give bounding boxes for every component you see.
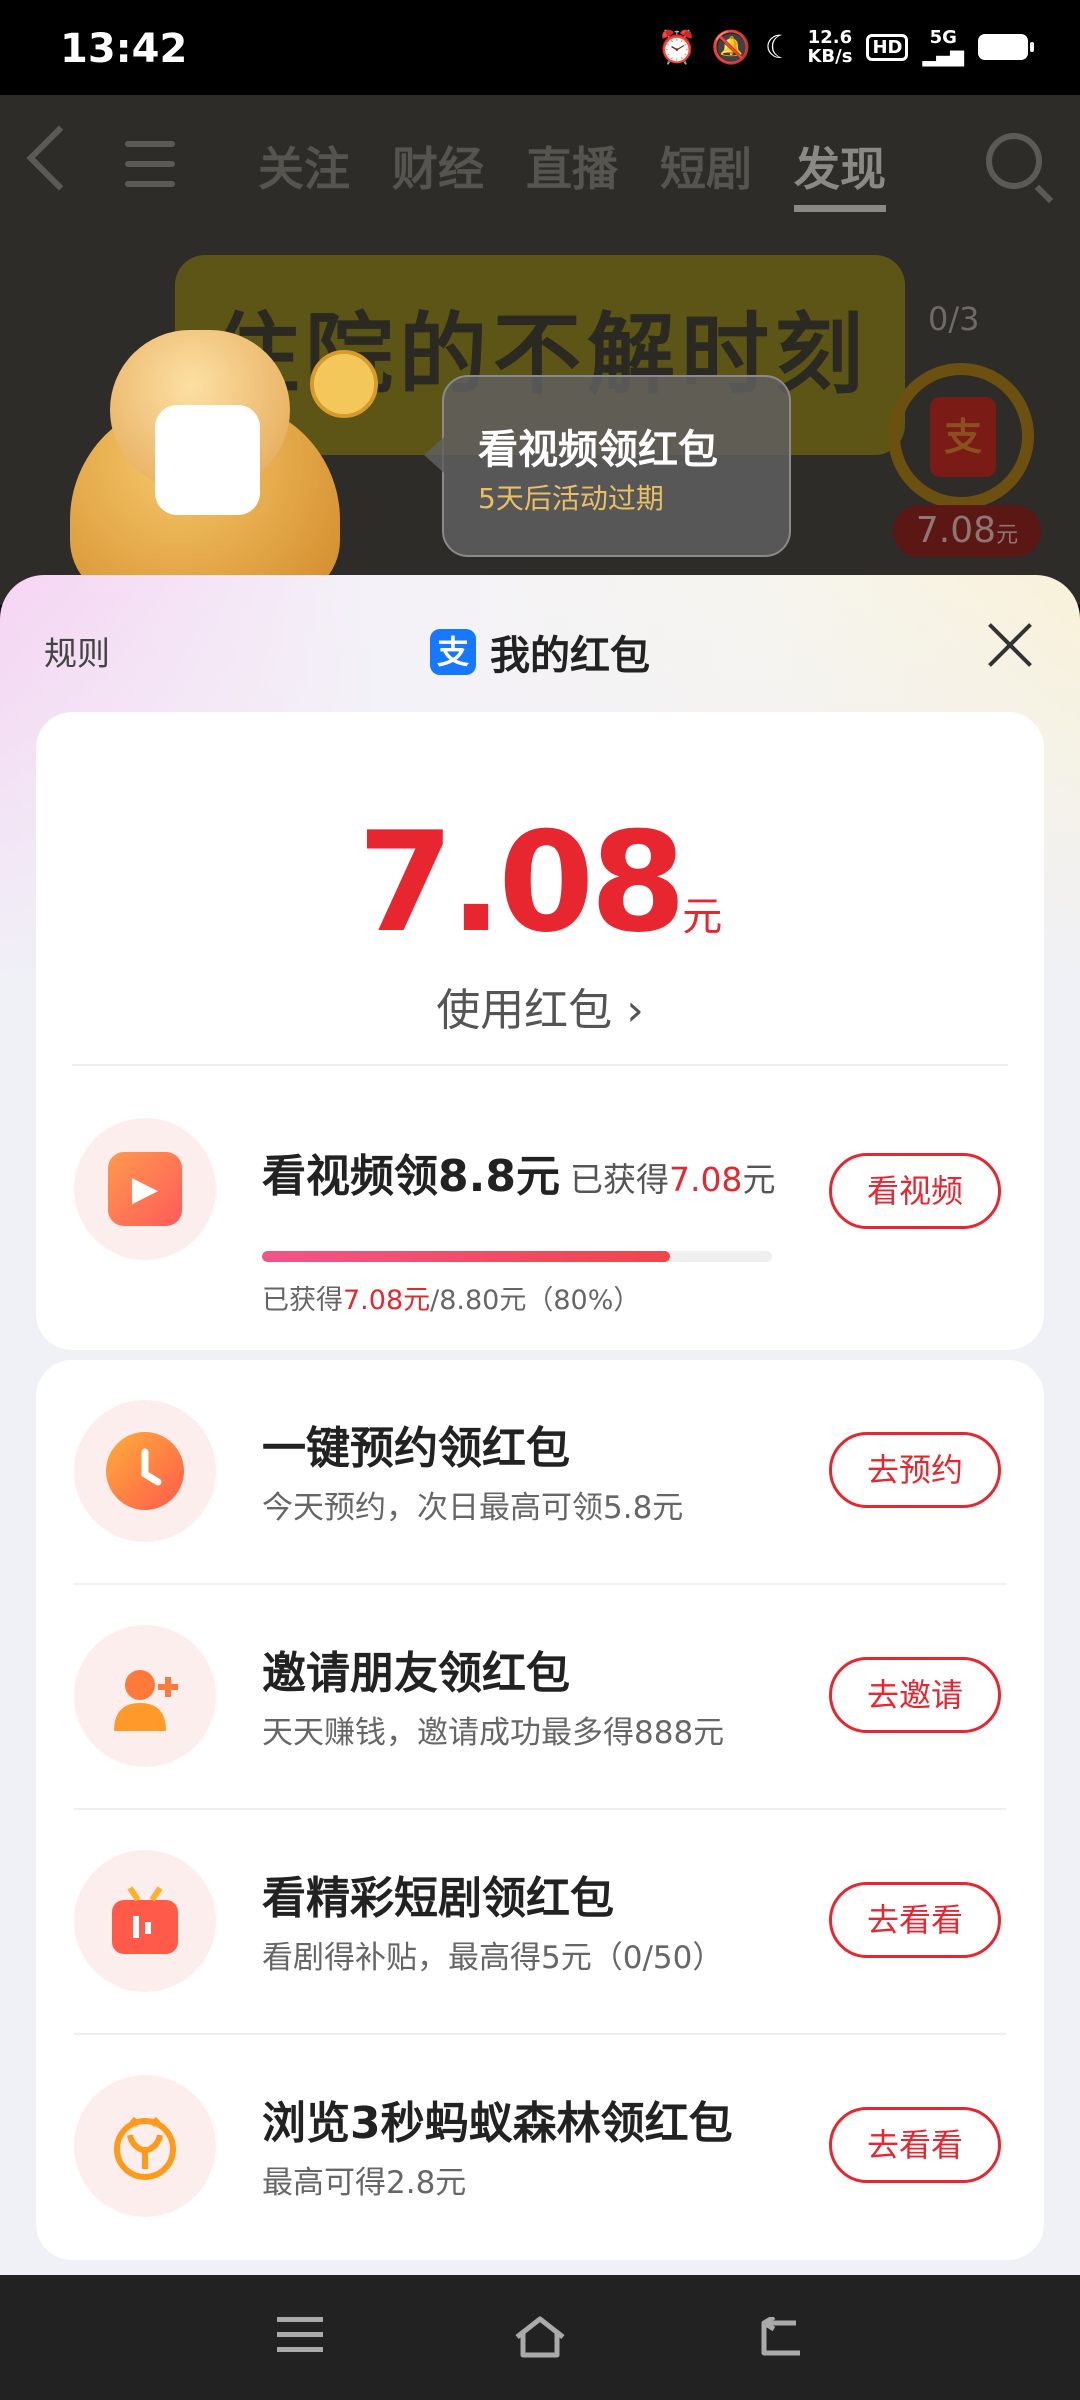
- rules-link[interactable]: 规则: [44, 627, 110, 675]
- task-subtitle: 最高可得2.8元: [262, 2165, 467, 2201]
- close-icon[interactable]: [985, 620, 1035, 670]
- alarm-icon: ⏰: [657, 28, 697, 66]
- top-nav: 关注 财经 直播 短剧 发现: [0, 95, 1080, 235]
- got-label: 已获得: [569, 1160, 669, 1199]
- sprout-icon: [106, 2107, 184, 2185]
- tab-follow: 关注: [258, 142, 350, 196]
- speed-value: 12.6: [807, 27, 853, 48]
- reward-amount: 7.08: [915, 510, 997, 551]
- add-person-icon: [106, 1657, 184, 1735]
- video-task-icon-wrap: ▶: [74, 1118, 216, 1260]
- moon-icon: ☾: [764, 28, 794, 66]
- watch-video-button[interactable]: 看视频: [829, 1153, 1001, 1229]
- system-nav-bar: [0, 2275, 1080, 2400]
- video-task-progress: [262, 1251, 772, 1262]
- alipay-icon: 支: [430, 629, 476, 675]
- bubble-subtitle: 5天后活动过期: [478, 482, 664, 515]
- sub-prefix: 已获得: [262, 1285, 343, 1316]
- play-icon: ▶: [108, 1152, 182, 1226]
- sub-suffix: /8.80元（80%）: [430, 1285, 641, 1316]
- chevron-right-icon: ›: [626, 985, 644, 1036]
- task-title: 邀请朋友领红包: [262, 1648, 570, 1699]
- got-unit: 元: [742, 1160, 776, 1199]
- task-row: 浏览3秒蚂蚁森林领红包 最高可得2.8元 去看看: [36, 2035, 1044, 2260]
- battery-icon: [978, 34, 1034, 60]
- tab-short-drama: 短剧: [660, 142, 752, 196]
- task-icon-wrap: [74, 1625, 216, 1767]
- use-red-packet-link[interactable]: 使用红包 ›: [36, 974, 1044, 1038]
- hd-badge: HD: [866, 33, 909, 61]
- mascot-image: [50, 310, 380, 605]
- reward-unit: 元: [996, 523, 1019, 548]
- sub-amount: 7.08元: [343, 1285, 431, 1316]
- status-time: 13:42: [60, 26, 188, 72]
- menu-icon: [125, 141, 175, 201]
- task-title: 看精彩短剧领红包: [262, 1873, 614, 1924]
- signal-icon: 5G ▂▄▆: [922, 27, 964, 67]
- divider: [72, 1064, 1008, 1066]
- got-amount: 7.08: [668, 1160, 743, 1199]
- sheet-title-text: 我的红包: [490, 633, 650, 679]
- tab-live: 直播: [526, 142, 618, 196]
- task-icon-wrap: [74, 1850, 216, 1992]
- video-task-title: 看视频领8.8元 已获得7.08元: [262, 1140, 775, 1204]
- promo-bubble: 看视频领红包 5天后活动过期: [424, 375, 791, 557]
- task-subtitle: 天天赚钱，邀请成功最多得888元: [262, 1715, 725, 1751]
- sheet-header: 规则 支 我的红包: [0, 575, 1080, 715]
- back-icon: [26, 125, 92, 191]
- nav-tabs: 关注 财经 直播 短剧 发现: [258, 133, 886, 212]
- invite-button[interactable]: 去邀请: [829, 1657, 1001, 1733]
- background-video-page: 关注 财经 直播 短剧 发现 住院的不解时刻 0/3 支 7.08元 看视频领红…: [0, 95, 1080, 605]
- progress-fill: [262, 1251, 670, 1262]
- tab-finance: 财经: [392, 142, 484, 196]
- network-type: 5G: [929, 27, 957, 48]
- reward-amount-badge: 7.08元: [893, 505, 1041, 557]
- video-task-sub: 已获得7.08元/8.80元（80%）: [262, 1278, 640, 1317]
- back-nav-icon[interactable]: [756, 2314, 804, 2357]
- recent-apps-icon[interactable]: [277, 2317, 323, 2362]
- search-icon: [986, 133, 1042, 189]
- home-icon[interactable]: [513, 2315, 567, 2359]
- task-row: 看精彩短剧领红包 看剧得补贴，最高得5元（0/50） 去看看: [36, 1810, 1044, 2035]
- status-icons: ⏰ 🔕 ☾ 12.6 KB/s HD 5G ▂▄▆: [657, 27, 1034, 67]
- bubble-title: 看视频领红包: [478, 427, 718, 473]
- task-title: 一键预约领红包: [262, 1423, 570, 1474]
- balance-value: 7.08: [357, 802, 686, 963]
- sheet-title: 支 我的红包: [430, 623, 650, 681]
- clock-icon: [106, 1432, 184, 1510]
- reward-counter: 0/3: [928, 300, 980, 338]
- red-envelope-icon: 支: [930, 397, 996, 477]
- mute-icon: 🔕: [710, 28, 751, 66]
- network-speed: 12.6 KB/s: [807, 28, 852, 66]
- task-icon-wrap: [74, 2075, 216, 2217]
- browse-forest-button[interactable]: 去看看: [829, 2107, 1001, 2183]
- status-bar: 13:42 ⏰ 🔕 ☾ 12.6 KB/s HD 5G ▂▄▆: [0, 0, 1080, 95]
- tab-discover: 发现: [794, 133, 886, 212]
- balance-card: 7.08元 使用红包 › ▶ 看视频领8.8元 已获得7.08元 已获得7.08元…: [36, 712, 1044, 1350]
- video-task-name: 看视频领8.8元: [262, 1151, 560, 1202]
- balance-unit: 元: [682, 894, 723, 940]
- tv-icon: [106, 1882, 184, 1960]
- task-list-card: 一键预约领红包 今天预约，次日最高可领5.8元 去预约 邀请朋友领红包 天天赚钱…: [36, 1360, 1044, 2260]
- watch-drama-button[interactable]: 去看看: [829, 1882, 1001, 1958]
- speed-unit: KB/s: [807, 46, 853, 67]
- task-subtitle: 今天预约，次日最高可领5.8元: [262, 1490, 684, 1526]
- use-label: 使用红包: [436, 985, 613, 1036]
- task-row: 邀请朋友领红包 天天赚钱，邀请成功最多得888元 去邀请: [36, 1585, 1044, 1810]
- task-subtitle: 看剧得补贴，最高得5元（0/50）: [262, 1940, 724, 1976]
- task-icon-wrap: [74, 1400, 216, 1542]
- task-row: 一键预约领红包 今天预约，次日最高可领5.8元 去预约: [36, 1360, 1044, 1585]
- balance-amount: 7.08元: [36, 802, 1044, 963]
- task-title: 浏览3秒蚂蚁森林领红包: [262, 2098, 733, 2149]
- video-task-got: 已获得7.08元: [570, 1160, 775, 1199]
- reserve-button[interactable]: 去预约: [829, 1432, 1001, 1508]
- red-packet-sheet: 规则 支 我的红包 7.08元 使用红包 › ▶ 看视频领8.8元 已获得7.08…: [0, 575, 1080, 2275]
